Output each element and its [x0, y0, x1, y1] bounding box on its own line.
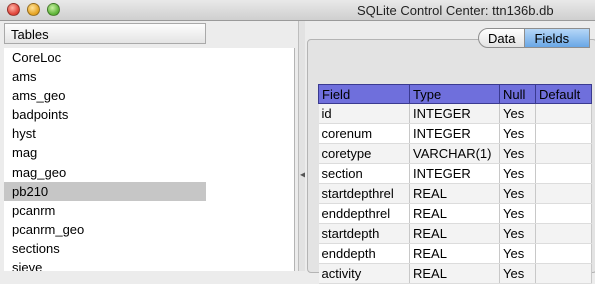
table-list-item[interactable]: ams_geo — [4, 86, 198, 105]
field-null-cell: Yes — [499, 123, 536, 144]
field-name-cell: activity — [318, 263, 410, 284]
table-row[interactable]: id INTEGER Yes — [318, 103, 592, 124]
tables-column-header[interactable]: Tables — [4, 23, 206, 44]
field-default-cell — [535, 223, 592, 244]
field-null-cell: Yes — [499, 203, 536, 224]
column-header-type[interactable]: Type — [409, 84, 500, 104]
column-header-field[interactable]: Field — [318, 84, 410, 104]
table-row[interactable]: enddepthrel REAL Yes — [318, 203, 592, 224]
field-type-cell: VARCHAR(1) — [409, 143, 500, 164]
pane-splitter[interactable] — [298, 21, 305, 271]
tab-data[interactable]: Data — [478, 28, 526, 48]
tables-list[interactable]: CoreLoc ams ams_geo badpoints hyst mag m… — [4, 48, 295, 271]
field-null-cell: Yes — [499, 223, 536, 244]
table-row[interactable]: section INTEGER Yes — [318, 163, 592, 184]
table-row[interactable]: activity REAL Yes — [318, 263, 592, 284]
minimize-window-icon[interactable] — [27, 3, 40, 16]
table-list-item[interactable]: mag_geo — [4, 163, 198, 182]
table-list-item[interactable]: sieve — [4, 258, 198, 271]
table-list-item[interactable]: ams — [4, 67, 198, 86]
field-default-cell — [535, 103, 592, 124]
field-name-cell: section — [318, 163, 410, 184]
field-type-cell: REAL — [409, 183, 500, 204]
table-list-item[interactable]: hyst — [4, 124, 198, 143]
table-row[interactable]: coretype VARCHAR(1) Yes — [318, 143, 592, 164]
table-list-item[interactable]: sections — [4, 239, 198, 258]
field-name-cell: id — [318, 103, 410, 124]
field-type-cell: REAL — [409, 263, 500, 284]
field-name-cell: enddepthrel — [318, 203, 410, 224]
title-bar: SQLite Control Center: ttn136b.db — [0, 0, 595, 21]
field-type-cell: INTEGER — [409, 123, 500, 144]
table-list-item[interactable]: mag — [4, 143, 198, 162]
details-panel: Field Type Null Default id INTEGER Yes c… — [305, 21, 595, 284]
field-name-cell: startdepth — [318, 223, 410, 244]
field-name-cell: enddepth — [318, 243, 410, 264]
table-row[interactable]: startdepth REAL Yes — [318, 223, 592, 244]
field-name-cell: startdepthrel — [318, 183, 410, 204]
field-default-cell — [535, 143, 592, 164]
field-name-cell: corenum — [318, 123, 410, 144]
field-null-cell: Yes — [499, 103, 536, 124]
field-type-cell: REAL — [409, 203, 500, 224]
column-header-default[interactable]: Default — [535, 84, 592, 104]
field-null-cell: Yes — [499, 143, 536, 164]
window-title: SQLite Control Center: ttn136b.db — [357, 3, 554, 18]
field-default-cell — [535, 203, 592, 224]
field-type-cell: INTEGER — [409, 163, 500, 184]
fields-table-header-row: Field Type Null Default — [318, 84, 592, 104]
table-row[interactable]: corenum INTEGER Yes — [318, 123, 592, 144]
field-null-cell: Yes — [499, 183, 536, 204]
field-default-cell — [535, 123, 592, 144]
field-default-cell — [535, 183, 592, 204]
field-type-cell: INTEGER — [409, 103, 500, 124]
field-default-cell — [535, 263, 592, 284]
field-type-cell: REAL — [409, 243, 500, 264]
field-null-cell: Yes — [499, 163, 536, 184]
table-list-item[interactable]: pcanrm — [4, 201, 198, 220]
table-list-item-selected[interactable]: pb210 — [4, 181, 206, 201]
field-name-cell: coretype — [318, 143, 410, 164]
tab-bar: Data Fields — [478, 28, 591, 48]
fields-table: Field Type Null Default id INTEGER Yes c… — [318, 84, 592, 284]
field-null-cell: Yes — [499, 243, 536, 264]
field-default-cell — [535, 243, 592, 264]
table-row[interactable]: enddepth REAL Yes — [318, 243, 592, 264]
table-list-item[interactable]: badpoints — [4, 105, 198, 124]
column-header-null[interactable]: Null — [499, 84, 536, 104]
tab-content-box: Field Type Null Default id INTEGER Yes c… — [307, 39, 595, 284]
field-null-cell: Yes — [499, 263, 536, 284]
tab-fields[interactable]: Fields — [525, 28, 591, 48]
tables-panel: Tables CoreLoc ams ams_geo badpoints hys… — [0, 21, 298, 271]
table-row[interactable]: startdepthrel REAL Yes — [318, 183, 592, 204]
table-list-item[interactable]: CoreLoc — [4, 48, 198, 67]
close-window-icon[interactable] — [7, 3, 20, 16]
table-list-item[interactable]: pcanrm_geo — [4, 220, 198, 239]
field-default-cell — [535, 163, 592, 184]
zoom-window-icon[interactable] — [47, 3, 60, 16]
field-type-cell: REAL — [409, 223, 500, 244]
